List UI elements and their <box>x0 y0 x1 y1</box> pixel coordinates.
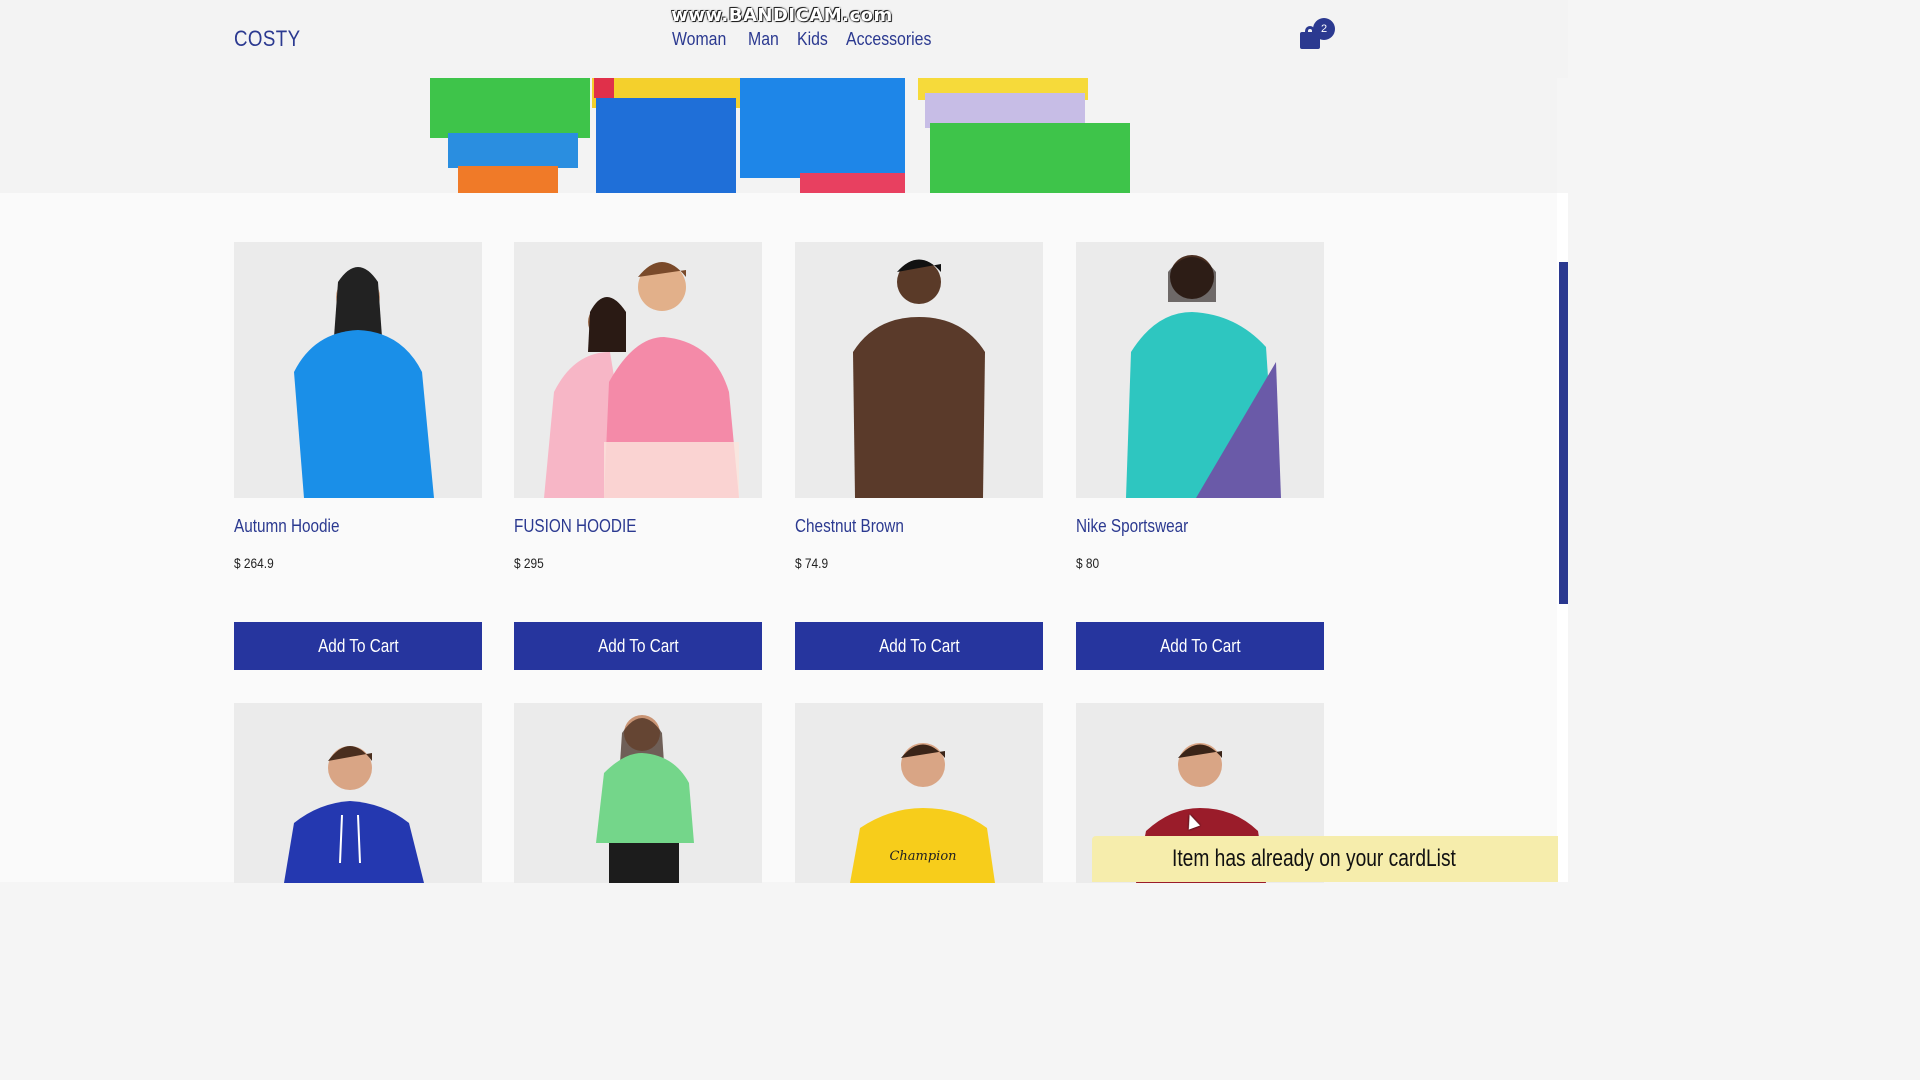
product-image[interactable] <box>234 703 482 883</box>
scrollbar-thumb[interactable] <box>1559 262 1568 604</box>
product-card: Autumn Hoodie $ 264.9 Add To Cart <box>234 242 482 670</box>
product-image[interactable] <box>514 242 762 498</box>
product-image[interactable] <box>1076 242 1324 498</box>
add-to-cart-button[interactable]: Add To Cart <box>1076 622 1324 670</box>
product-card: Nike Sportswear $ 80 Add To Cart <box>1076 242 1324 670</box>
product-image[interactable] <box>795 242 1043 498</box>
toast-message: Item has already on your cardList <box>1172 845 1456 872</box>
product-image[interactable] <box>514 703 762 883</box>
main-nav: Woman Man Kids Accessories <box>672 29 943 50</box>
notification-toast: Item has already on your cardList <box>1092 836 1558 882</box>
product-price: $ 80 <box>1076 555 1100 571</box>
product-name[interactable]: Chestnut Brown <box>795 516 1006 537</box>
add-to-cart-button[interactable]: Add To Cart <box>514 622 762 670</box>
nav-man[interactable]: Man <box>748 29 779 50</box>
product-name[interactable]: Nike Sportswear <box>1076 516 1287 537</box>
product-name[interactable]: Autumn Hoodie <box>234 516 445 537</box>
recorder-watermark: www.BANDICAM.com <box>671 5 893 26</box>
product-price: $ 295 <box>514 555 544 571</box>
hero-banner-image <box>0 78 1557 193</box>
add-to-cart-button[interactable]: Add To Cart <box>234 622 482 670</box>
product-image[interactable] <box>234 242 482 498</box>
champion-logo-text: Champion <box>889 849 956 864</box>
product-name[interactable]: FUSION HOODIE <box>514 516 725 537</box>
nav-woman[interactable]: Woman <box>672 29 726 50</box>
product-price: $ 74.9 <box>795 555 829 571</box>
product-card: Chestnut Brown $ 74.9 Add To Cart <box>795 242 1043 670</box>
product-price: $ 264.9 <box>234 555 274 571</box>
product-card: FUSION HOODIE $ 295 Add To Cart <box>514 242 762 670</box>
product-image[interactable]: Champion <box>795 703 1043 883</box>
product-card <box>234 703 482 883</box>
site-logo[interactable]: COSTY <box>234 26 301 52</box>
product-card <box>514 703 762 883</box>
product-card: Champion <box>795 703 1043 883</box>
nav-kids[interactable]: Kids <box>797 29 828 50</box>
cart-count-badge: 2 <box>1313 18 1335 40</box>
nav-accessories[interactable]: Accessories <box>846 29 931 50</box>
add-to-cart-button[interactable]: Add To Cart <box>795 622 1043 670</box>
